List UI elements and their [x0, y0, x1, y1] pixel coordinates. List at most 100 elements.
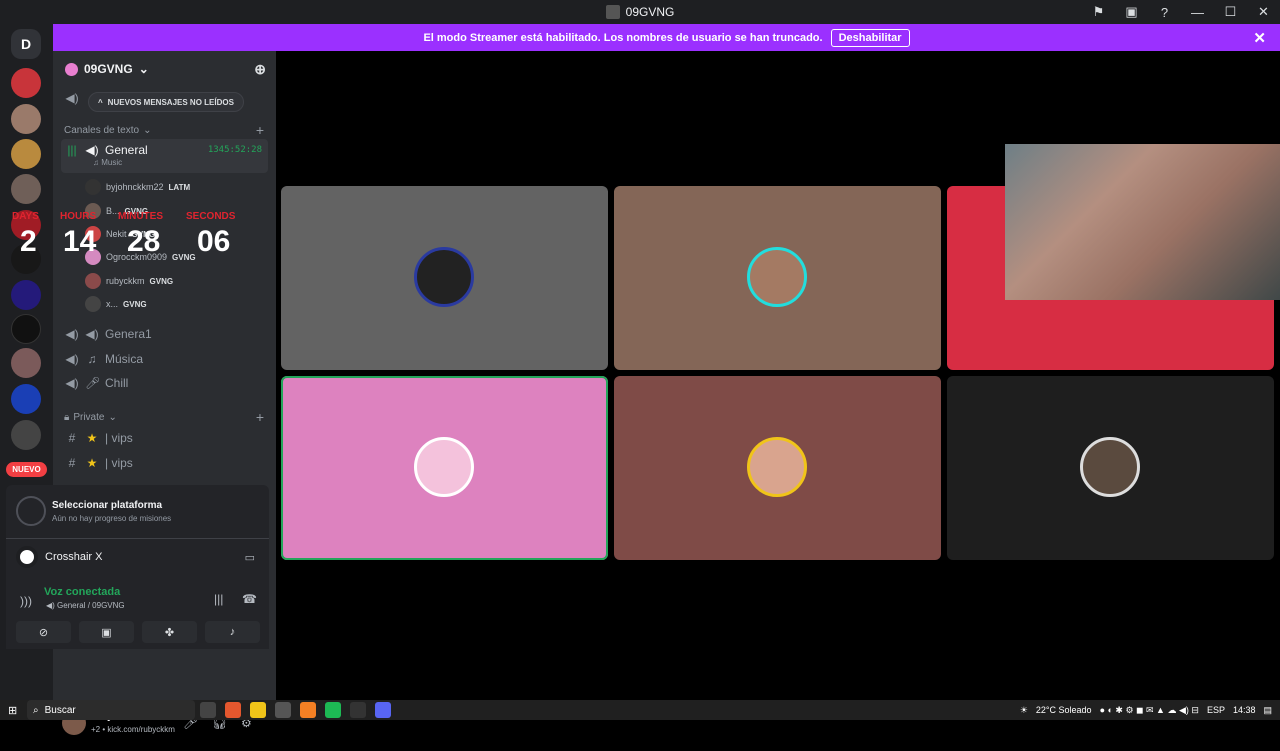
participant-tile[interactable] [614, 376, 941, 560]
channel-name: Chill [105, 376, 129, 390]
channel-name-text: vips [111, 431, 133, 445]
minimize-button[interactable]: — [1181, 0, 1214, 24]
server-icon-2[interactable] [11, 104, 41, 134]
discord-home-icon[interactable]: D [11, 29, 41, 59]
text-channel-vips[interactable]: # ★ | vips [61, 451, 268, 475]
signal-icon[interactable]: ))) [20, 594, 32, 608]
server-icon [605, 5, 620, 19]
category-label: Canales de texto [64, 125, 140, 136]
voice-channel-chill[interactable]: ◀) 🎤︎ Chill [61, 371, 268, 395]
category-private[interactable]: 🔒︎ Private ⌄ [64, 412, 117, 423]
help-icon[interactable]: ? [1148, 0, 1181, 24]
weather-icon: ☀ [1019, 704, 1028, 715]
category-text-channels[interactable]: Canales de texto ⌄ [64, 125, 151, 136]
close-window-button[interactable]: ✕ [1247, 0, 1280, 24]
weather-text[interactable]: 22°C Soleado [1036, 705, 1092, 715]
days-value: 2 [20, 225, 37, 258]
channel-timer: 1345:52:28 [207, 145, 262, 155]
chevron-down-icon: ⌄ [108, 412, 117, 423]
file-explorer-icon[interactable] [250, 702, 266, 718]
server-icon-8[interactable] [11, 314, 41, 344]
language-indicator[interactable]: ESP [1207, 705, 1225, 715]
obs-icon[interactable] [350, 702, 366, 718]
tray-icons[interactable]: ● ◐ ✱ ⚙ ◼ ✉ ▲ ☁ ◀) ⊟ [1100, 705, 1199, 716]
voice-status-title[interactable]: Voz conectada [44, 586, 120, 598]
inbox-icon[interactable]: ⚑ [1082, 0, 1115, 24]
taskbar-search[interactable]: ⌕ Buscar [27, 700, 195, 720]
voice-channel-genera1[interactable]: ◀) ◀) Genera1 [61, 322, 268, 346]
unread-messages-pill[interactable]: ^ NUEVOS MENSAJES NO LEÍDOS [88, 92, 244, 112]
hash-icon: # [68, 456, 76, 470]
voice-channel-general[interactable]: ||| ◀) General 1345:52:28 ♫ Music [61, 139, 268, 173]
webcam-overlay [1005, 144, 1280, 300]
speaker-icon: ◀) [85, 327, 99, 341]
server-icon-4[interactable] [11, 174, 41, 204]
speaker-icon: ◀) [65, 327, 79, 341]
participant-tile[interactable] [614, 186, 941, 370]
quest-subtitle: Aún no hay progreso de misiones [52, 514, 172, 523]
clock[interactable]: 14:38 [1233, 705, 1256, 715]
voice-user[interactable]: byjohnckkm22 LATM [85, 177, 190, 197]
notifications-icon[interactable]: ▤ [1263, 705, 1272, 716]
participant-tile[interactable] [947, 376, 1274, 560]
voice-action-buttons: ⊘ ▣ ✤ ♪ [16, 621, 260, 643]
participant-tile[interactable] [281, 376, 608, 560]
audio-activity-icon: ||| [67, 143, 77, 157]
user-status: +2 • kick.com/rubyckkm [91, 725, 175, 734]
server-icon-3[interactable] [11, 139, 41, 169]
close-icon[interactable]: ✕ [1253, 29, 1266, 47]
server-icon-9[interactable] [11, 348, 41, 378]
add-channel-icon[interactable]: + [256, 409, 264, 425]
app-icon[interactable] [275, 702, 291, 718]
server-header[interactable]: 09GVNG ⌄ ⊕ [53, 51, 276, 87]
avatar [85, 296, 101, 312]
screen-icon[interactable]: ▭ [245, 551, 255, 564]
app-icon[interactable] [300, 702, 316, 718]
voice-user[interactable]: rubyckkm GVNG [85, 271, 173, 291]
title-bar: 09GVNG ⚑ ▣ ? — ☐ ✕ [0, 0, 1280, 24]
task-view-icon[interactable] [200, 702, 216, 718]
maximize-button[interactable]: ☐ [1214, 0, 1247, 24]
server-icon-7[interactable] [11, 280, 41, 310]
voice-stage [276, 51, 1280, 700]
chevron-down-icon: ⌄ [143, 125, 152, 136]
server-icon-10[interactable] [11, 384, 41, 414]
seconds-label: SECONDS [186, 211, 236, 222]
soundboard-button[interactable]: ♪ [205, 621, 260, 643]
avatar [414, 437, 474, 497]
mic-icon: 🎤︎ [85, 376, 101, 390]
server-icon-1[interactable] [11, 68, 41, 98]
channel-name: General [105, 143, 148, 157]
windows-start-icon[interactable]: ⊞ [8, 704, 17, 717]
spotify-icon[interactable] [325, 702, 341, 718]
quest-title[interactable]: Seleccionar plataforma [52, 500, 162, 511]
discord-icon[interactable] [375, 702, 391, 718]
avatar [1080, 437, 1140, 497]
hash-icon: # [68, 431, 76, 445]
noise-suppression-icon[interactable]: ||| [214, 592, 223, 606]
disconnect-icon[interactable]: ☎ [242, 592, 257, 606]
server-folder-icon[interactable] [11, 420, 41, 450]
screen-share-button[interactable]: ▣ [79, 621, 134, 643]
add-member-icon[interactable]: ⊕ [254, 61, 266, 78]
activities-button[interactable]: ✤ [142, 621, 197, 643]
disable-streamer-button[interactable]: Deshabilitar [830, 28, 910, 47]
text-channel-vips[interactable]: # ★ | vips [61, 426, 268, 450]
camera-off-button[interactable]: ⊘ [16, 621, 71, 643]
voice-status-subtitle: ◀) General / 09GVNG [46, 601, 125, 610]
screen-share-icon[interactable]: ▣ [1115, 0, 1148, 24]
participant-tile[interactable] [281, 186, 608, 370]
avatar [414, 247, 474, 307]
window-controls: ⚑ ▣ ? — ☐ ✕ [1082, 0, 1280, 24]
streamer-mode-banner: El modo Streamer está habilitado. Los no… [53, 24, 1280, 51]
hours-value: 14 [63, 225, 97, 258]
activity-app-name[interactable]: Crosshair X [45, 551, 102, 563]
voice-user[interactable]: x... GVNG [85, 294, 147, 314]
voice-channel-musica[interactable]: ◀) ♫ Música [61, 347, 268, 371]
brave-icon[interactable] [225, 702, 241, 718]
search-icon: ⌕ [33, 704, 39, 716]
user-tag: GVNG [149, 276, 174, 286]
user-tag: LATM [168, 182, 191, 192]
add-channel-icon[interactable]: + [256, 122, 264, 138]
taskbar-apps [200, 702, 391, 718]
